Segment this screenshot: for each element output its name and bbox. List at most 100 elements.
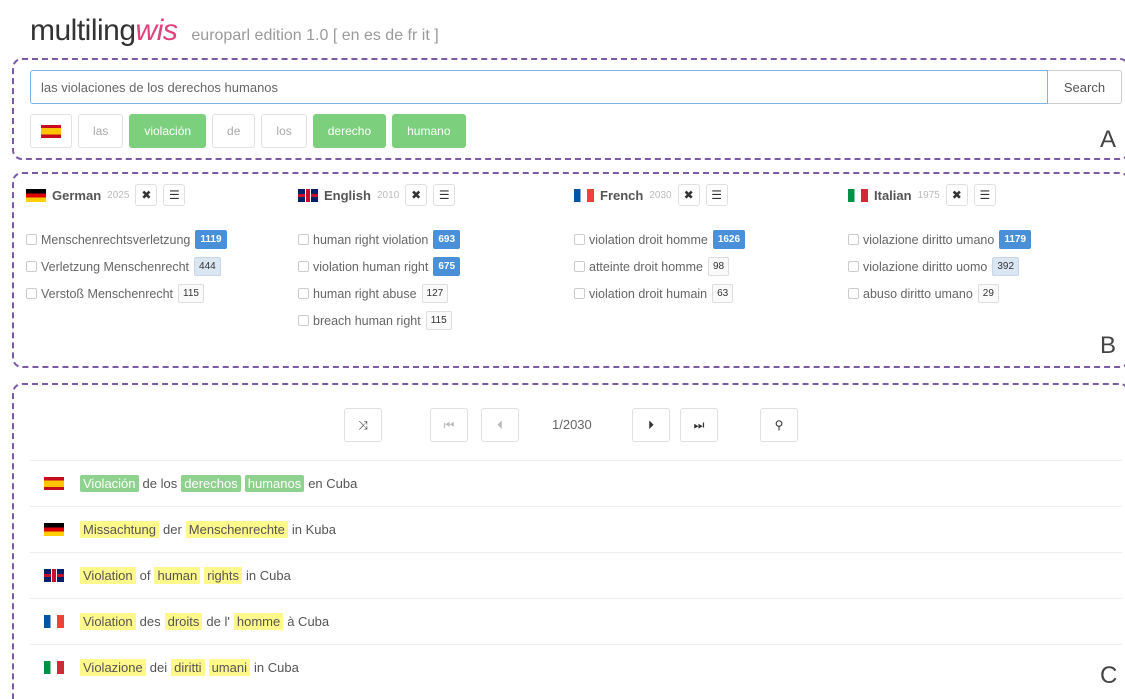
search-input[interactable] (30, 70, 1048, 104)
aligned-word: droits (164, 613, 203, 630)
term-label: breach human right (313, 313, 421, 328)
term-checkbox[interactable] (26, 234, 37, 245)
list-view-button[interactable]: ☰ (433, 184, 456, 206)
term-checkbox[interactable] (298, 234, 309, 245)
sentence-row[interactable]: Violación de los derechos humanos en Cuba (30, 460, 1122, 506)
list-view-button[interactable]: ☰ (163, 184, 186, 206)
query-token[interactable]: de (212, 114, 256, 148)
term-label: human right abuse (313, 286, 417, 301)
aligned-word: Violation (80, 567, 136, 584)
first-page-icon: ⏮ (443, 417, 455, 432)
prev-page-button[interactable]: ⏴ (481, 408, 519, 442)
last-page-button[interactable]: ⏭ (680, 408, 718, 442)
english-flag-icon (298, 188, 318, 202)
query-token[interactable]: derecho (312, 114, 387, 148)
magnifier-icon: ⚲ (774, 418, 784, 432)
language-column-german: German 2025 ✖ ☰ Menschenrechtsverletzung 1119… (26, 182, 296, 307)
term-label: violation droit homme (589, 232, 708, 247)
shuffle-icon: ⤨ (358, 417, 368, 432)
term-item: violation droit homme 1626 (574, 226, 844, 253)
term-checkbox[interactable] (298, 288, 309, 299)
term-frequency-badge: 98 (707, 257, 730, 276)
edition-text: europarl edition 1.0 (191, 27, 329, 44)
list-view-button[interactable]: ☰ (973, 184, 996, 206)
term-label: Verstoß Menschenrecht (41, 286, 174, 301)
term-checkbox[interactable] (574, 261, 585, 272)
remove-language-button[interactable]: ✖ (677, 184, 700, 206)
term-item: violazione diritto umano 1179 (848, 226, 1118, 253)
remove-language-button[interactable]: ✖ (135, 184, 158, 206)
close-icon: ✖ (411, 188, 422, 202)
term-list: violation droit homme 1626 atteinte droit … (574, 226, 844, 307)
term-item: violation human right 675 (298, 253, 568, 280)
sentence-row[interactable]: Missachtung der Menschenrechte in Kuba (30, 506, 1122, 552)
term-item: abuso diritto umano 29 (848, 280, 1118, 307)
remove-language-button[interactable]: ✖ (945, 184, 968, 206)
sentence-row[interactable]: Violazione dei diritti umani in Cuba (30, 644, 1122, 690)
app-header: multilingwis europarl edition 1.0 [ en e… (30, 14, 439, 50)
term-frequency-badge: 1179 (999, 230, 1032, 249)
search-sentences-button[interactable]: ⚲ (760, 408, 798, 442)
term-label: human right violation (313, 232, 429, 247)
shuffle-button[interactable]: ⤨ (344, 408, 382, 442)
term-item: human right violation 693 (298, 226, 568, 253)
term-label: Verletzung Menschenrecht (41, 259, 190, 274)
term-frequency-badge: 63 (712, 284, 734, 303)
sentence-word: de los (142, 476, 178, 491)
aligned-word: Violación (80, 475, 139, 492)
term-frequency-badge: 115 (425, 311, 452, 330)
close-icon: ✖ (683, 188, 694, 202)
query-token[interactable]: violación (129, 114, 207, 148)
aligned-word: Menschenrechte (185, 521, 288, 538)
sentence-row[interactable]: Violation des droits de l' homme à Cuba (30, 598, 1122, 644)
term-checkbox[interactable] (574, 234, 585, 245)
gb-flag-icon (44, 569, 64, 582)
language-header: Italian 1975 ✖ ☰ (848, 182, 1118, 208)
pagination-bar: ⤨ ⏮ ⏴ 1/2030 ⏵ ⏭ ⚲ (0, 408, 1125, 442)
term-item: Menschenrechtsverletzung 1119 (26, 226, 296, 253)
next-page-button[interactable]: ⏵ (632, 408, 670, 442)
term-frequency-badge: 675 (433, 257, 461, 276)
language-count: 2025 (107, 189, 130, 201)
next-page-icon: ⏵ (647, 417, 654, 432)
term-frequency-badge: 444 (194, 257, 221, 276)
term-checkbox[interactable] (298, 261, 309, 272)
brand-accent: wis (135, 14, 178, 47)
aligned-word: rights (204, 567, 243, 584)
term-checkbox[interactable] (848, 234, 859, 245)
edition-langs: [ en es de fr it ] (332, 27, 439, 44)
term-item: breach human right 115 (298, 307, 568, 334)
term-checkbox[interactable] (574, 288, 585, 299)
remove-language-button[interactable]: ✖ (405, 184, 428, 206)
term-frequency-badge: 115 (178, 284, 204, 303)
term-label: violation human right (313, 259, 429, 274)
term-checkbox[interactable] (848, 288, 859, 299)
term-checkbox[interactable] (26, 288, 37, 299)
query-language-flag[interactable] (30, 114, 72, 148)
aligned-word: Missachtung (80, 521, 159, 538)
sentence-word: in Cuba (254, 660, 299, 675)
brand-main: multiling (30, 14, 136, 47)
query-token[interactable]: los (261, 114, 307, 148)
term-checkbox[interactable] (298, 315, 309, 326)
sentence-row[interactable]: Violation of human rights in Cuba (30, 552, 1122, 598)
prev-page-icon: ⏴ (496, 417, 503, 432)
aligned-word: diritti (171, 659, 205, 676)
first-page-button[interactable]: ⏮ (430, 408, 468, 442)
search-button[interactable]: Search (1048, 70, 1122, 104)
term-frequency-badge: 392 (992, 257, 1020, 276)
term-checkbox[interactable] (848, 261, 859, 272)
term-frequency-badge: 127 (421, 284, 449, 303)
french-flag-icon (574, 188, 594, 202)
query-token[interactable]: las (78, 114, 124, 148)
edition-label: europarl edition 1.0 [ en es de fr it ] (191, 27, 438, 45)
sentence-word: in Cuba (246, 568, 291, 583)
term-checkbox[interactable] (26, 261, 37, 272)
search-bar: Search (30, 70, 1122, 104)
sentence-word: de l' (206, 614, 230, 629)
term-item: violation droit humain 63 (574, 280, 844, 307)
sentence-word: der (162, 522, 182, 537)
list-view-button[interactable]: ☰ (705, 184, 728, 206)
page-indicator: 1/2030 (552, 417, 592, 432)
query-token[interactable]: humano (392, 114, 466, 148)
